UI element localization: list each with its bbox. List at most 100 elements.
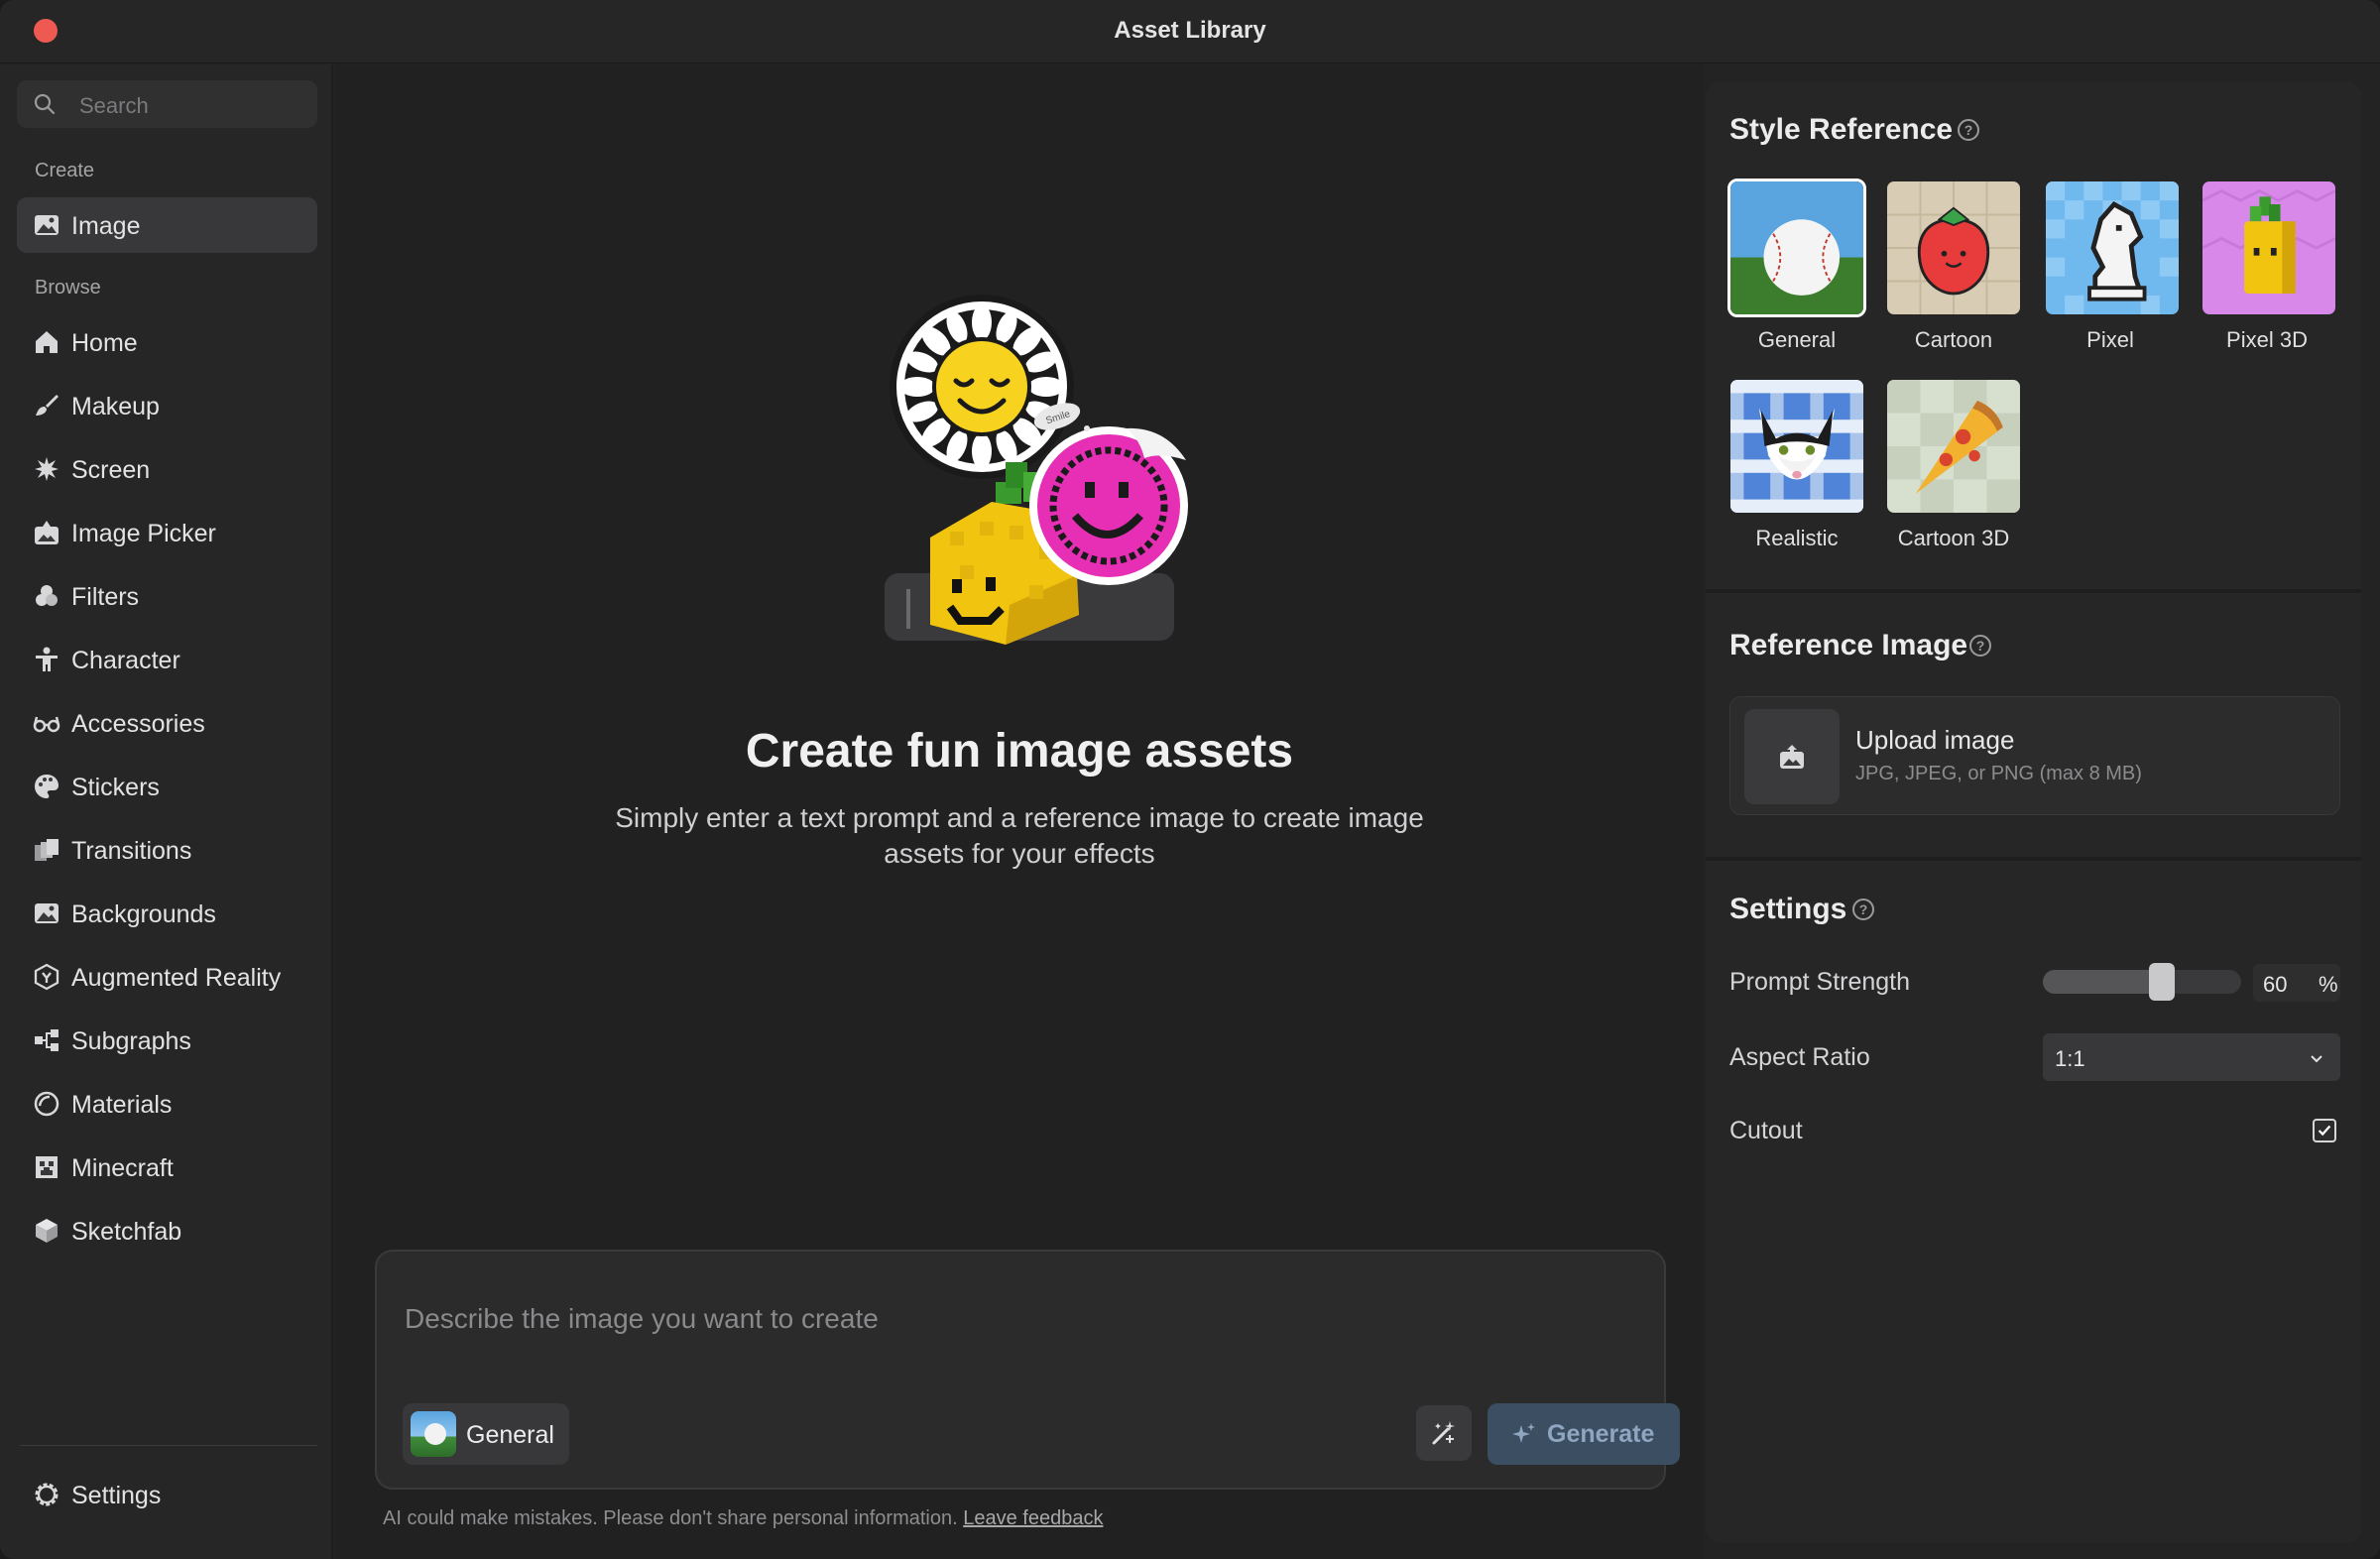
sidebar-item-backgrounds[interactable]: Backgrounds <box>17 886 317 941</box>
help-icon[interactable]: ? <box>1969 635 1991 657</box>
backgrounds-icon <box>35 903 59 923</box>
slider-fill <box>2043 970 2162 994</box>
sidebar-item-minecraft[interactable]: Minecraft <box>17 1139 317 1195</box>
help-icon[interactable]: ? <box>1958 119 1979 141</box>
sidebar-item-home[interactable]: Home <box>17 314 317 370</box>
disclaimer: AI could make mistakes. Please don't sha… <box>383 1507 1103 1530</box>
prompt-input[interactable]: Describe the image you want to create Ge… <box>375 1250 1680 1490</box>
sidebar-item-stickers[interactable]: Stickers <box>17 759 317 814</box>
settings-title: Settings <box>1729 893 1847 925</box>
style-label-cartoon: Cartoon <box>1914 327 1993 352</box>
upload-icon-box <box>1744 709 1840 804</box>
style-chip-button[interactable]: General <box>403 1403 569 1465</box>
magic-wand-icon <box>1432 1421 1455 1445</box>
sidebar-item-label: Home <box>71 329 138 357</box>
sidebar-item-character[interactable]: Character <box>17 632 317 687</box>
enhance-prompt-button[interactable] <box>1416 1405 1472 1461</box>
image-picker-icon <box>35 521 59 544</box>
style-card-pixel-3d[interactable] <box>2200 179 2338 317</box>
checkmark-icon <box>2318 1125 2331 1137</box>
search-input[interactable]: Search <box>17 80 317 128</box>
sidebar-item-accessories[interactable]: Accessories <box>17 695 317 751</box>
baseball-thumbnail <box>1730 181 1863 314</box>
sidebar-item-settings[interactable]: Settings <box>17 1467 317 1522</box>
generate-button[interactable]: Generate <box>1488 1403 1680 1465</box>
style-card-general[interactable] <box>1727 179 1866 317</box>
sparkle-icon <box>1512 1423 1535 1443</box>
hero-subtitle: Simply enter a text prompt and a referen… <box>615 802 1424 869</box>
leave-feedback-link[interactable]: Leave feedback <box>963 1507 1103 1529</box>
prompt-strength-field[interactable]: 60 % <box>2253 964 2340 1002</box>
sidebar-item-label: Filters <box>71 583 140 611</box>
style-card-realistic[interactable] <box>1727 377 1866 516</box>
reference-image-title: Reference Image <box>1729 629 1968 661</box>
chevron-down-icon <box>2311 1055 2322 1063</box>
section-label-create: Create <box>35 160 95 181</box>
aspect-ratio-label: Aspect Ratio <box>1729 1043 1870 1071</box>
sidebar-item-label: Materials <box>71 1091 173 1119</box>
sidebar-item-label: Sketchfab <box>71 1218 182 1246</box>
pineapple-3d-thumbnail <box>2202 181 2335 314</box>
sidebar-item-screen[interactable]: Screen <box>17 441 317 497</box>
filters-icon <box>36 585 58 606</box>
cutout-checkbox[interactable] <box>2313 1119 2336 1142</box>
style-card-cartoon[interactable] <box>1884 179 2023 317</box>
sidebar-item-image-picker[interactable]: Image Picker <box>17 505 317 560</box>
cat-thumbnail <box>1730 380 1863 513</box>
sidebar-item-makeup[interactable]: Makeup <box>17 378 317 433</box>
brush-icon <box>36 395 59 416</box>
sidebar-item-transitions[interactable]: Transitions <box>17 822 317 878</box>
style-card-pixel[interactable] <box>2043 179 2182 317</box>
strawberry-thumbnail <box>1887 181 2020 314</box>
hero-title: Create fun image assets <box>745 725 1294 778</box>
sidebar-item-image[interactable]: Image <box>17 197 317 253</box>
pizza-thumbnail <box>1887 380 2020 513</box>
search-icon <box>34 93 56 115</box>
prompt-strength-unit: % <box>2319 972 2338 997</box>
sidebar-item-filters[interactable]: Filters <box>17 568 317 624</box>
sidebar-item-label: Augmented Reality <box>71 964 282 992</box>
sidebar-item-augmented-reality[interactable]: Augmented Reality <box>17 949 317 1005</box>
generate-label: Generate <box>1547 1420 1655 1448</box>
cutout-label: Cutout <box>1729 1117 1803 1144</box>
style-label-general: General <box>1757 327 1837 352</box>
upload-image-dropzone[interactable]: Upload image JPG, JPEG, or PNG (max 8 MB… <box>1729 696 2340 815</box>
sidebar-item-label: Minecraft <box>71 1154 174 1182</box>
search-placeholder: Search <box>79 93 149 118</box>
help-icon[interactable]: ? <box>1852 899 1874 920</box>
style-label-cartoon-3d: Cartoon 3D <box>1897 526 2010 550</box>
style-card-cartoon-3d[interactable] <box>1884 377 2023 516</box>
sidebar-item-label: Transitions <box>71 837 192 865</box>
section-divider <box>1706 589 2362 593</box>
aspect-ratio-select[interactable]: 1:1 <box>2043 1033 2340 1081</box>
upload-title: Upload image <box>1855 725 2015 755</box>
slider-handle[interactable] <box>2149 963 2175 1001</box>
upload-hint: JPG, JPEG, or PNG (max 8 MB) <box>1855 763 2142 784</box>
aspect-ratio-value: 1:1 <box>2055 1046 2085 1071</box>
style-reference-title: Style Reference <box>1729 113 1954 146</box>
main-content: Smile Create fun image assets Simply ent… <box>335 64 1704 1559</box>
chess-knight-thumbnail <box>2046 181 2179 314</box>
style-chip-thumbnail <box>411 1411 456 1457</box>
style-label-pixel-3d: Pixel 3D <box>2226 327 2308 352</box>
prompt-strength-label: Prompt Strength <box>1729 968 1911 996</box>
prompt-strength-slider[interactable] <box>2043 970 2241 994</box>
sidebar-item-label: Screen <box>71 456 151 484</box>
cube-icon <box>36 1219 58 1243</box>
sidebar-item-subgraphs[interactable]: Subgraphs <box>17 1013 317 1068</box>
sidebar-divider <box>20 1445 317 1446</box>
subgraphs-icon <box>35 1029 59 1051</box>
style-label-realistic: Realistic <box>1755 526 1839 550</box>
section-divider <box>1706 857 2362 861</box>
window-title: Asset Library <box>1114 17 1266 44</box>
sidebar-item-label: Character <box>71 647 180 674</box>
sunflower-sticker <box>890 295 1074 479</box>
sidebar-item-materials[interactable]: Materials <box>17 1076 317 1132</box>
sidebar: Search Create Image Browse Home Makeup S… <box>0 64 333 1559</box>
style-chip-label: General <box>466 1421 554 1449</box>
title-bar: Asset Library <box>0 0 2380 63</box>
hero-illustration: Smile <box>885 295 1188 645</box>
disclaimer-text: AI could make mistakes. Please don't sha… <box>383 1507 958 1529</box>
properties-panel: Style Reference ? General Cartoon Pixel … <box>1706 81 2362 1543</box>
sidebar-item-sketchfab[interactable]: Sketchfab <box>17 1203 317 1259</box>
